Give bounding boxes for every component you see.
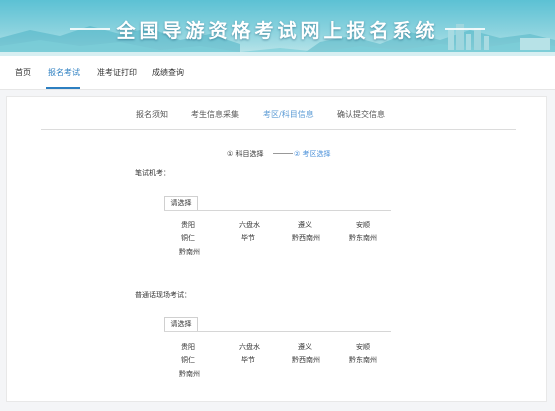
- written-city-option[interactable]: 遵义: [298, 220, 312, 230]
- step-tab-info-collection[interactable]: 考生信息采集: [191, 109, 239, 120]
- written-exam-divider: [164, 210, 391, 211]
- oral-city-option[interactable]: 黔南州: [179, 369, 200, 379]
- written-city-option[interactable]: 黔西南州: [292, 233, 320, 243]
- written-city-option[interactable]: 六盘水: [239, 220, 260, 230]
- written-exam-label: 笔试机考：: [135, 169, 170, 177]
- oral-exam-divider: [164, 331, 391, 332]
- registration-panel: 报名须知 考生信息采集 考区/科目信息 确认提交信息 ① 科目选择 ② 考区选择…: [6, 96, 547, 402]
- written-city-option[interactable]: 铜仁: [181, 233, 195, 243]
- oral-city-option[interactable]: 六盘水: [239, 342, 260, 352]
- header-banner: 全国导游资格考试网上报名系统: [0, 0, 555, 56]
- steps-divider: [41, 129, 516, 130]
- written-exam-select-tab[interactable]: 请选择: [164, 196, 198, 210]
- oral-city-option[interactable]: 贵阳: [181, 342, 195, 352]
- oral-city-option[interactable]: 安顺: [356, 342, 370, 352]
- nav-admission-ticket[interactable]: 准考证打印: [97, 67, 137, 78]
- oral-city-option[interactable]: 铜仁: [181, 355, 195, 365]
- written-city-option[interactable]: 安顺: [356, 220, 370, 230]
- written-city-option[interactable]: 贵阳: [181, 220, 195, 230]
- nav-home[interactable]: 首页: [15, 67, 31, 78]
- substep-subject-selection[interactable]: ① 科目选择: [227, 149, 264, 159]
- nav-register-exam[interactable]: 报名考试: [48, 67, 80, 78]
- system-title: 全国导游资格考试网上报名系统: [116, 20, 439, 42]
- main-nav: 首页 报名考试 准考证打印 成绩查询: [0, 56, 555, 90]
- oral-city-option[interactable]: 黔西南州: [292, 355, 320, 365]
- substep-area-selection[interactable]: ② 考区选择: [294, 149, 331, 159]
- substep-connector: [273, 153, 293, 154]
- step-tab-area-subject[interactable]: 考区/科目信息: [263, 109, 314, 120]
- written-city-option[interactable]: 毕节: [241, 233, 255, 243]
- oral-exam-label: 普通话现场考试：: [135, 291, 191, 299]
- written-city-option[interactable]: 黔南州: [179, 247, 200, 257]
- nav-score-query[interactable]: 成绩查询: [152, 67, 184, 78]
- nav-active-indicator: [46, 87, 80, 89]
- oral-city-option[interactable]: 遵义: [298, 342, 312, 352]
- oral-exam-select-tab[interactable]: 请选择: [164, 317, 198, 331]
- written-city-option[interactable]: 黔东南州: [349, 233, 377, 243]
- step-tab-confirm-submit[interactable]: 确认提交信息: [337, 109, 385, 120]
- step-tab-notice[interactable]: 报名须知: [136, 109, 168, 120]
- oral-city-option[interactable]: 黔东南州: [349, 355, 377, 365]
- oral-city-option[interactable]: 毕节: [241, 355, 255, 365]
